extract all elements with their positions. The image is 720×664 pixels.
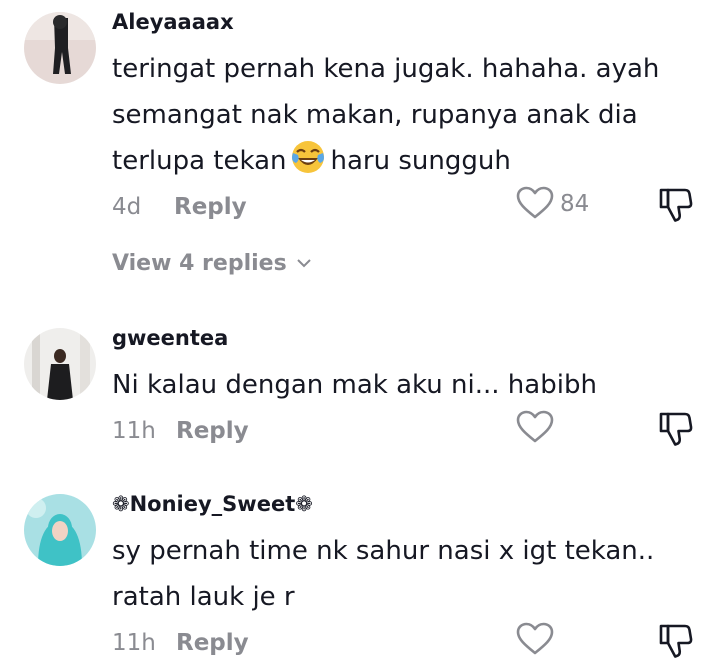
like-count: 84	[560, 191, 590, 217]
view-replies-label: View 4 replies	[112, 251, 287, 276]
heart-outline-icon[interactable]	[516, 186, 554, 220]
comment-time: 11h	[112, 630, 156, 656]
thumbs-down-outline-icon[interactable]	[656, 186, 694, 224]
chevron-down-icon	[296, 249, 312, 274]
reply-button[interactable]: Reply	[174, 194, 247, 220]
reply-button[interactable]: Reply	[176, 630, 249, 656]
heart-outline-icon[interactable]	[516, 410, 554, 444]
comment-item: Aleyaaaax teringat pernah kena jugak. ha…	[0, 0, 720, 290]
username[interactable]: Aleyaaaax	[112, 10, 234, 34]
avatar[interactable]	[24, 328, 96, 400]
comment-item: ❁Noniey_Sweet❁ sy pernah time nk sahur n…	[0, 488, 720, 662]
comment-text: teringat pernah kena jugak. hahaha. ayah…	[112, 46, 702, 184]
avatar[interactable]	[24, 12, 96, 84]
face-with-tears-of-joy-icon	[290, 139, 326, 175]
comment-time: 11h	[112, 418, 156, 444]
comment-text-part: haru sungguh	[330, 146, 511, 176]
comment-text: sy pernah time nk sahur nasi x igt tekan…	[112, 536, 655, 612]
username[interactable]: ❁Noniey_Sweet❁	[112, 492, 313, 516]
heart-outline-icon[interactable]	[516, 622, 554, 656]
comment-item: gweentea Ni kalau dengan mak aku ni... h…	[0, 320, 720, 460]
view-replies-button[interactable]: View 4 replies	[112, 249, 312, 276]
thumbs-down-outline-icon[interactable]	[656, 622, 694, 660]
comment-time: 4d	[112, 194, 142, 220]
thumbs-down-outline-icon[interactable]	[656, 410, 694, 448]
reply-button[interactable]: Reply	[176, 418, 249, 444]
comment-text: Ni kalau dengan mak aku ni... habibh	[112, 370, 597, 400]
avatar[interactable]	[24, 494, 96, 566]
username[interactable]: gweentea	[112, 326, 228, 350]
